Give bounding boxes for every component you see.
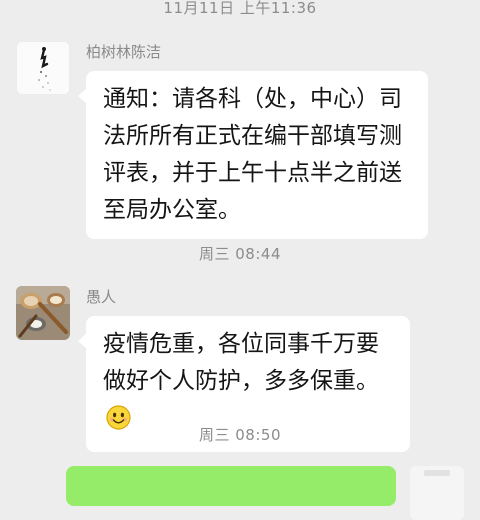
message-text-1: 通知：请各科（处，中心）司法所所有正式在编干部填写测评表，并于上午十点半之前送至… — [103, 86, 402, 223]
self-avatar[interactable] — [410, 466, 464, 520]
self-avatar-icon — [410, 466, 464, 520]
message-text-2: 疫情危重，各位同事千万要做好个人防护，多多保重。 — [103, 331, 379, 394]
timestamp-middle: 周三 08:44 — [199, 245, 281, 263]
message-bubble-1[interactable]: 通知：请各科（处，中心）司法所所有正式在编干部填写测评表，并于上午十点半之前送至… — [78, 71, 428, 239]
timestamp-top: 11月11日 上午11:36 — [163, 0, 317, 17]
ink-figure-avatar-icon — [17, 42, 69, 94]
spoons-avatar-icon — [16, 286, 70, 340]
timestamp-bottom: 周三 08:50 — [199, 426, 281, 444]
sender-avatar-2[interactable] — [16, 286, 70, 340]
outgoing-message-bubble[interactable] — [66, 466, 396, 506]
sender-avatar-1[interactable] — [16, 41, 70, 95]
sender-name-1: 柏树林陈洁 — [86, 43, 162, 61]
sender-name-2: 愚人 — [86, 288, 117, 306]
